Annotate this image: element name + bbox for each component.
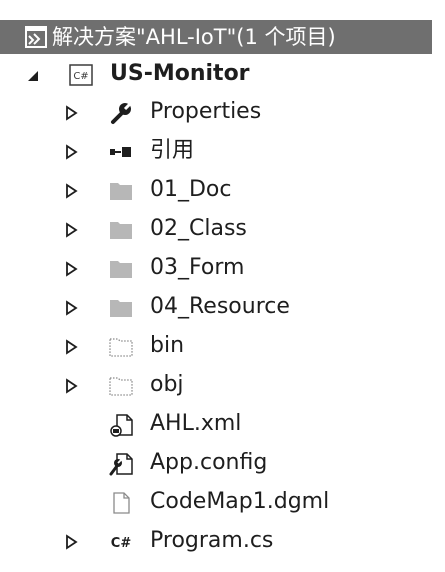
expand-arrow-icon[interactable] <box>64 221 80 239</box>
tree-item-label: 04_Resource <box>150 294 290 319</box>
tree-item-folder-bin[interactable]: bin <box>0 328 445 366</box>
tree-item-label: 引用 <box>150 138 195 163</box>
folder-icon <box>108 296 134 320</box>
expand-arrow-icon[interactable] <box>64 104 80 122</box>
tree-item-label: 02_Class <box>150 216 247 241</box>
csharp-file-icon: C# <box>108 530 134 554</box>
tree-item-references[interactable]: 引用 <box>0 133 445 171</box>
expand-arrow-icon[interactable] <box>64 143 80 161</box>
tree-item-folder-obj[interactable]: obj <box>0 367 445 405</box>
project-label: US-Monitor <box>110 61 250 86</box>
tree-item-file-codemap[interactable]: CodeMap1.dgml <box>0 484 445 522</box>
file-icon <box>108 491 134 515</box>
solution-node[interactable]: 解决方案"AHL-IoT"(1 个项目) <box>0 20 432 54</box>
expand-arrow-icon[interactable] <box>64 377 80 395</box>
project-node[interactable]: C# US-Monitor <box>0 56 445 94</box>
collapse-arrow-icon[interactable] <box>24 66 40 84</box>
expand-arrow-icon[interactable] <box>64 338 80 356</box>
svg-text:C#: C# <box>73 71 88 82</box>
expand-arrow-icon[interactable] <box>64 299 80 317</box>
solution-label: 解决方案"AHL-IoT"(1 个项目) <box>52 25 336 49</box>
folder-icon <box>108 257 134 281</box>
tree-item-properties[interactable]: Properties <box>0 94 445 132</box>
dotted-folder-icon <box>108 374 134 398</box>
wrench-icon <box>108 101 134 125</box>
tree-item-label: 01_Doc <box>150 177 232 202</box>
svg-text:C#: C# <box>111 536 132 551</box>
tree-item-file-program-cs[interactable]: C# Program.cs <box>0 523 445 561</box>
csharp-project-icon: C# <box>68 63 94 87</box>
tree-item-label: App.config <box>150 450 268 475</box>
references-icon <box>108 140 134 164</box>
folder-icon <box>108 179 134 203</box>
tree-item-folder-04-resource[interactable]: 04_Resource <box>0 289 445 327</box>
tree-item-label: bin <box>150 333 185 358</box>
expand-arrow-icon[interactable] <box>64 182 80 200</box>
solution-icon <box>24 25 48 49</box>
folder-icon <box>108 218 134 242</box>
tree-item-label: obj <box>150 372 184 397</box>
tree-item-file-ahl-xml[interactable]: AHL.xml <box>0 406 445 444</box>
expand-arrow-icon[interactable] <box>64 533 80 551</box>
tree-item-label: Properties <box>150 99 262 124</box>
tree-item-file-app-config[interactable]: App.config <box>0 445 445 483</box>
expand-arrow-icon[interactable] <box>64 260 80 278</box>
config-file-icon <box>108 452 134 476</box>
xml-file-icon <box>108 413 134 437</box>
tree-item-folder-03-form[interactable]: 03_Form <box>0 250 445 288</box>
tree-item-label: 03_Form <box>150 255 245 280</box>
tree-item-folder-02-class[interactable]: 02_Class <box>0 211 445 249</box>
tree-item-folder-01-doc[interactable]: 01_Doc <box>0 172 445 210</box>
tree-item-label: CodeMap1.dgml <box>150 489 330 514</box>
dotted-folder-icon <box>108 335 134 359</box>
tree-item-label: Program.cs <box>150 528 274 553</box>
tree-item-label: AHL.xml <box>150 411 242 436</box>
